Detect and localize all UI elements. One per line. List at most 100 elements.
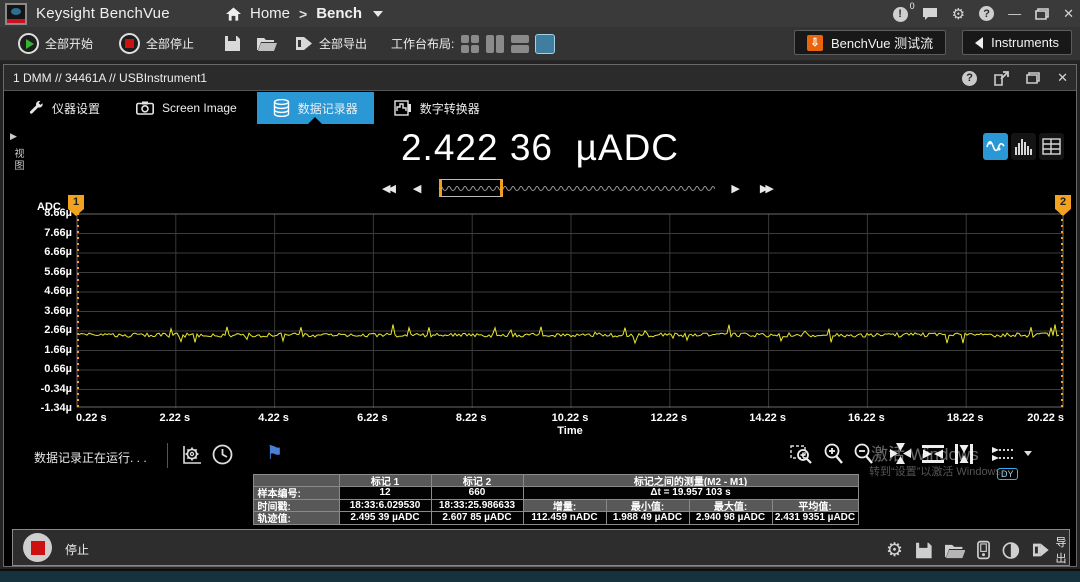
nav-home[interactable]: Home [250, 5, 290, 22]
jump-start-button[interactable]: ◀◀ [382, 182, 393, 195]
x-tick-label: 2.22 s [160, 412, 191, 424]
logger-open-icon[interactable] [945, 542, 965, 559]
x-tick-label: 20.22 s [1027, 412, 1064, 424]
app-title: Keysight BenchVue [36, 5, 170, 22]
row-timestamp-label: 时间戳: [253, 499, 340, 513]
export-icon [295, 36, 313, 51]
notifications-button[interactable]: ! 0 [893, 5, 908, 22]
x-tick-label: 14.22 s [749, 412, 786, 424]
layout-columns-button[interactable] [486, 35, 504, 53]
max-value: 2.940 98 µADC [689, 511, 773, 525]
instrument-restore-icon[interactable] [1026, 72, 1040, 84]
trace-overview-strip[interactable] [437, 179, 715, 197]
jump-end-button[interactable]: ▶▶ [760, 182, 771, 195]
tab-data-logger[interactable]: 数据记录器 [257, 92, 374, 124]
histogram-view-button[interactable] [1011, 133, 1036, 160]
instruments-arrow-icon [975, 37, 983, 49]
zoom-region-button[interactable] [790, 443, 814, 465]
timestamp-m2: 18:33:25.986633 [431, 499, 524, 513]
timing-clock-button[interactable] [212, 444, 233, 465]
marker-measurements-table: 标记 1 标记 2 标记之间的测量(M2 - M1) 样本编号: 12 660 … [253, 474, 858, 524]
trend-plot-area[interactable] [76, 213, 1066, 409]
logger-save-icon[interactable] [915, 541, 933, 560]
layout-grid-button[interactable] [461, 35, 479, 53]
layout-single-button[interactable] [536, 35, 554, 53]
stop-logging-button[interactable] [23, 533, 52, 562]
table-view-button[interactable] [1039, 133, 1064, 160]
step-forward-button[interactable]: ▶ [731, 182, 739, 195]
delta-label: 增量: [523, 499, 607, 513]
feedback-icon[interactable] [922, 7, 938, 21]
stop-all-button[interactable]: 全部停止 [119, 33, 194, 54]
step-back-button[interactable]: ◀ [413, 182, 421, 195]
zoom-out-button[interactable] [853, 443, 874, 465]
instruments-button[interactable]: Instruments [962, 30, 1072, 55]
fit-horizontal-button[interactable] [921, 444, 945, 464]
nav-bench[interactable]: Bench [316, 5, 362, 22]
instrument-help-icon[interactable]: ? [962, 71, 977, 86]
home-icon [226, 7, 241, 21]
y-tick-label: 5.66µ [22, 266, 72, 278]
cursor-tool-dropdown-icon[interactable] [1024, 451, 1032, 456]
x-tick-label: 10.22 s [552, 412, 589, 424]
instrument-tabbar: 仪器设置 Screen Image 数据记录器 数字转换器 [4, 92, 1076, 124]
delta-t: Δt = 19.957 103 s [523, 486, 859, 500]
max-label: 最大值: [689, 499, 773, 513]
min-label: 最小值: [606, 499, 690, 513]
logger-export-icon[interactable] [1032, 542, 1050, 558]
wrench-icon [28, 100, 44, 116]
bench-dropdown-icon[interactable] [373, 11, 383, 17]
trace-pan-control: ◀◀ ◀ ▶ ▶▶ [382, 178, 771, 198]
close-button[interactable]: ✕ [1063, 6, 1074, 22]
marker-cursor-tool-button[interactable] [991, 445, 1013, 463]
sample-m2: 660 [431, 486, 524, 500]
sync-circle-icon[interactable] [1002, 541, 1020, 560]
tab-label: 数据记录器 [298, 100, 358, 117]
logger-status-row: 数据记录正在运行. . . ⚑ [4, 440, 1076, 470]
trace-m1: 2.495 39 µADC [339, 511, 432, 525]
x-tick-label: 0.22 s [76, 412, 107, 424]
popout-icon[interactable] [994, 71, 1009, 86]
restore-button[interactable] [1035, 8, 1049, 20]
zoom-in-button[interactable] [823, 443, 844, 465]
instrument-close-icon[interactable]: ✕ [1057, 70, 1068, 86]
instrument-window-header[interactable]: 1 DMM // 34461A // USBInstrument1 ? ✕ [4, 65, 1076, 91]
tab-screen-image[interactable]: Screen Image [120, 92, 253, 124]
save-button[interactable] [224, 35, 241, 52]
stop-icon [119, 33, 140, 54]
x-tick-label: 12.22 s [650, 412, 687, 424]
fit-all-button[interactable] [889, 442, 912, 465]
start-all-button[interactable]: 全部开始 [18, 33, 93, 54]
trace-m2: 2.607 85 µADC [431, 511, 524, 525]
open-folder-button[interactable] [257, 36, 277, 51]
minimize-button[interactable]: — [1008, 6, 1021, 21]
tab-instrument-settings[interactable]: 仪器设置 [12, 92, 116, 124]
layout-rows-button[interactable] [511, 35, 529, 53]
export-all-label: 全部导出 [319, 35, 367, 52]
trend-chart-view-button[interactable] [983, 133, 1008, 160]
fit-vertical-button[interactable] [954, 443, 974, 465]
x-axis-title: Time [557, 425, 582, 437]
live-reading: 2.422 36 µADC [4, 127, 1076, 169]
tab-digitizer[interactable]: 数字转换器 [378, 92, 496, 124]
add-flag-button[interactable]: ⚑ [266, 444, 283, 464]
settings-gear-icon[interactable]: ⚙ [952, 5, 965, 23]
table-corner-cell [253, 474, 340, 488]
min-value: 1.988 49 µADC [606, 511, 690, 525]
database-icon [273, 99, 290, 117]
logger-settings-gear-icon[interactable]: ⚙ [886, 539, 903, 562]
export-all-button[interactable]: 全部导出 [295, 35, 367, 52]
title-bar: Keysight BenchVue Home > Bench ! 0 ⚙ ? —… [0, 0, 1080, 27]
logger-bottom-actions: ⚙ 导出 [886, 534, 1076, 566]
instruments-label: Instruments [991, 35, 1059, 50]
reading-unit: µADC [576, 127, 679, 168]
timestamp-m1: 18:33:6.029530 [339, 499, 432, 513]
overview-selection-box[interactable] [439, 179, 503, 197]
breadcrumb: Home > Bench [226, 0, 383, 27]
help-icon[interactable]: ? [979, 6, 994, 21]
testflow-button[interactable]: ⇩ BenchVue 测试流 [794, 30, 946, 55]
testflow-label: BenchVue 测试流 [831, 33, 933, 52]
device-icon[interactable] [977, 540, 990, 560]
x-tick-label: 18.22 s [947, 412, 984, 424]
chart-settings-button[interactable] [181, 444, 203, 466]
